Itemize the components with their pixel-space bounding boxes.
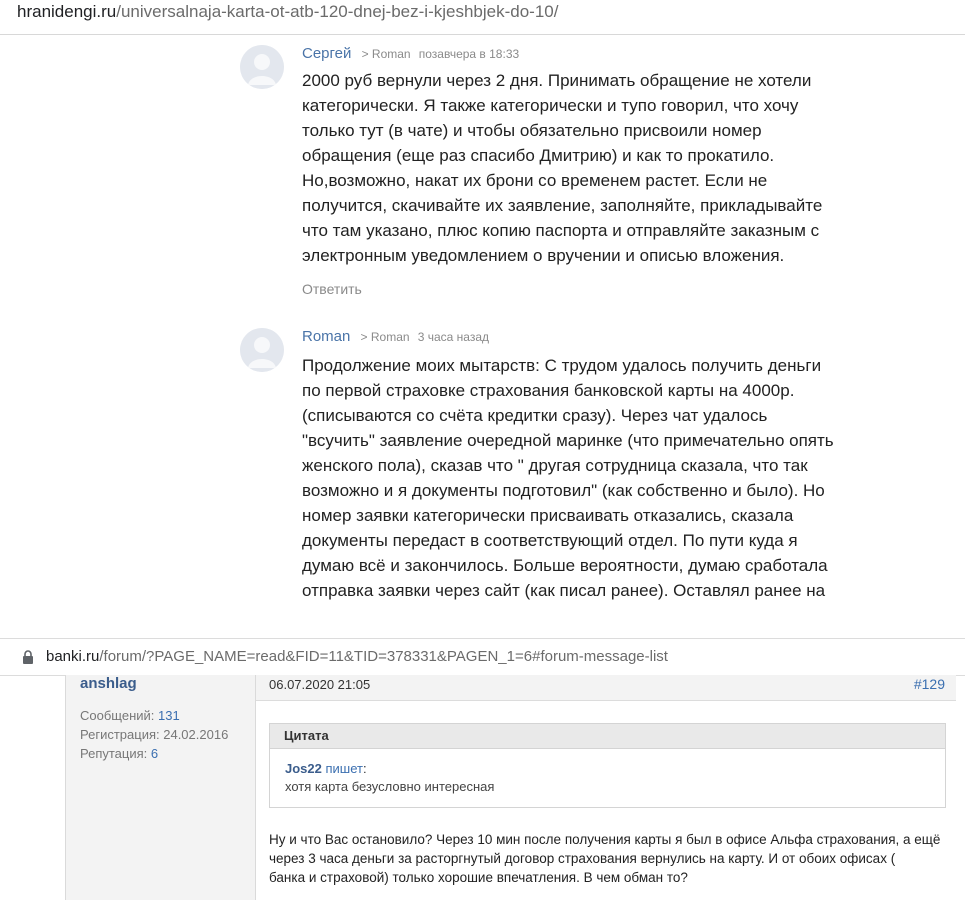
- registration-date: 24.02.2016: [163, 727, 229, 742]
- stat-registration: Регистрация: 24.02.2016: [80, 725, 228, 744]
- user-avatar-icon: [240, 328, 284, 372]
- quote-writes: пишет: [325, 761, 363, 776]
- comment-meta: Roman > Roman 3 часа назад: [302, 328, 489, 345]
- comment-line: документы передаст в соответствующий отд…: [302, 531, 798, 550]
- comment-reply-to[interactable]: > Roman: [361, 330, 410, 344]
- url-path: /forum/?PAGE_NAME=read&FID=11&TID=378331…: [99, 648, 668, 665]
- quote-author[interactable]: Jos22: [285, 761, 322, 776]
- stat-label: Репутация:: [80, 746, 148, 761]
- comment-line: возможно и я документы подготовил" (как …: [302, 481, 825, 500]
- comment-line: номер заявки категорически присваивать о…: [302, 506, 794, 525]
- quote-colon: :: [362, 761, 367, 776]
- stat-label: Сообщений:: [80, 708, 155, 723]
- url-host: hranidengi.ru: [17, 2, 117, 21]
- comment-line: 2000 руб вернули через 2 дня. Принимать …: [302, 71, 812, 90]
- post-date: 06.07.2020 21:05: [269, 677, 371, 692]
- post-author-panel: anshlag Сообщений: 131 Регистрация: 24.0…: [66, 675, 254, 900]
- comment-line: думаю всё и закончилось. Больше вероятно…: [302, 556, 828, 575]
- comment-author[interactable]: Roman: [302, 328, 350, 345]
- address-url-bottom[interactable]: banki.ru/forum/?PAGE_NAME=read&FID=11&TI…: [46, 648, 668, 665]
- comment-text: Продолжение моих мытарств: С трудом удал…: [302, 353, 862, 603]
- comment-roman: Roman > Roman 3 часа назад Продолжение м…: [240, 328, 880, 608]
- comment-line: категорически. Я также категорически и т…: [302, 96, 799, 115]
- comment-line: что там указано, плюс копию паспорта и о…: [302, 221, 820, 240]
- stat-label: Регистрация:: [80, 727, 160, 742]
- comment-line: электронным уведомлением о вручении и оп…: [302, 246, 785, 265]
- comment-text: 2000 руб вернули через 2 дня. Принимать …: [302, 68, 862, 268]
- comment-line: женского пола), сказав что " другая сотр…: [302, 456, 808, 475]
- post-number-link[interactable]: #129: [914, 676, 945, 692]
- lock-icon[interactable]: [22, 650, 34, 669]
- post-line: банка и страховой) только хорошие впечат…: [269, 870, 688, 885]
- reply-button[interactable]: Ответить: [302, 281, 362, 297]
- post-text: Ну и что Вас остановило? Через 10 мин по…: [269, 830, 949, 887]
- quote-author-line: Jos22 пишет:: [285, 761, 367, 776]
- avatar: [240, 45, 284, 89]
- comment-author[interactable]: Сергей: [302, 45, 351, 62]
- comment-line: обращения (еще раз спасибо Дмитрию) и ка…: [302, 146, 775, 165]
- comment-line: Продолжение моих мытарств: С трудом удал…: [302, 356, 822, 375]
- quote-block: Цитата Jos22 пишет: хотя карта безусловн…: [269, 723, 946, 808]
- messages-count-link[interactable]: 131: [158, 708, 180, 723]
- comment-time: 3 часа назад: [417, 330, 490, 344]
- comment-time: позавчера в 18:33: [418, 47, 520, 61]
- comment-sergey: Сергей > Roman позавчера в 18:33 2000 ру…: [240, 45, 880, 305]
- reputation-link[interactable]: 6: [151, 746, 158, 761]
- avatar: [240, 328, 284, 372]
- stat-reputation: Репутация: 6: [80, 744, 228, 763]
- address-bar-top[interactable]: hranidengi.ru/universalnaja-karta-ot-atb…: [0, 0, 965, 35]
- address-url-top[interactable]: hranidengi.ru/universalnaja-karta-ot-atb…: [17, 2, 558, 22]
- post-line: Ну и что Вас остановило? Через 10 мин по…: [269, 832, 941, 847]
- comment-line: отправка заявки через сайт (как писал ра…: [302, 581, 826, 600]
- comment-line: получится, скачивайте их заявление, запо…: [302, 196, 823, 215]
- quote-title: Цитата: [270, 724, 945, 749]
- quote-text: хотя карта безусловно интересная: [285, 779, 495, 794]
- comment-line: Но,возможно, накат их брони со временем …: [302, 171, 768, 190]
- author-stats: Сообщений: 131 Регистрация: 24.02.2016 Р…: [80, 706, 228, 763]
- user-avatar-icon: [240, 45, 284, 89]
- comment-line: только тут (в чате) и чтобы обязательно …: [302, 121, 762, 140]
- url-host: banki.ru: [46, 648, 100, 665]
- post-line: через 3 часа деньги за расторгнутый дого…: [269, 851, 896, 866]
- post-header: 06.07.2020 21:05 #129: [256, 675, 956, 701]
- comment-reply-to[interactable]: > Roman: [362, 47, 411, 61]
- forum-post: anshlag Сообщений: 131 Регистрация: 24.0…: [65, 675, 956, 900]
- comment-line: "всучить" заявление очередной маринке (ч…: [302, 431, 834, 450]
- comment-meta: Сергей > Roman позавчера в 18:33: [302, 45, 519, 62]
- post-author-nick[interactable]: anshlag: [80, 675, 137, 692]
- url-path: /universalnaja-karta-ot-atb-120-dnej-bez…: [116, 2, 559, 21]
- post-body-panel: 06.07.2020 21:05 #129 Цитата Jos22 пишет…: [255, 675, 956, 900]
- stat-messages: Сообщений: 131: [80, 706, 228, 725]
- address-bar-bottom[interactable]: banki.ru/forum/?PAGE_NAME=read&FID=11&TI…: [0, 638, 965, 676]
- comment-line: по первой страховке страхования банковск…: [302, 381, 795, 400]
- comment-line: (списываются со счёта кредитки сразу). Ч…: [302, 406, 768, 425]
